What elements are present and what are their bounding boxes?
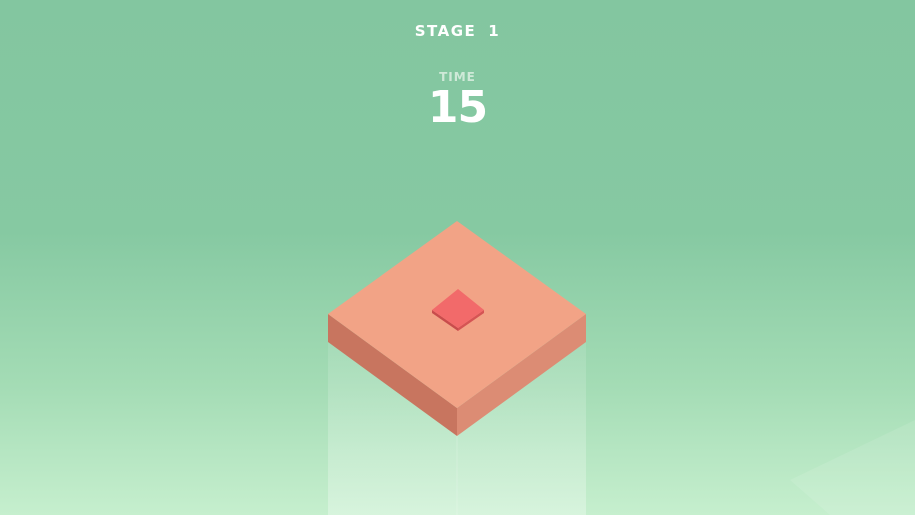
stage-label: STAGE [414, 22, 477, 40]
stage-indicator: STAGE 1 [0, 22, 915, 40]
time-value: 15 [427, 82, 488, 133]
stage-number: 1 [488, 22, 501, 40]
floor-highlight [790, 420, 915, 515]
